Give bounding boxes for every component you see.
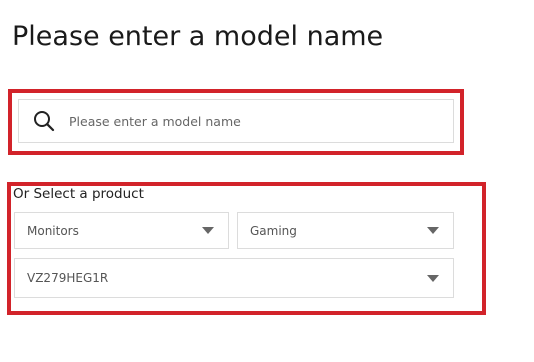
chevron-down-icon xyxy=(202,227,214,234)
model-search-input[interactable] xyxy=(69,113,453,129)
page-title: Please enter a model name xyxy=(12,21,384,52)
category-dropdown-value: Monitors xyxy=(27,223,79,238)
search-icon[interactable] xyxy=(31,108,57,134)
model-dropdown-value: VZ279HEG1R xyxy=(27,271,109,285)
category-dropdown[interactable]: Monitors xyxy=(14,212,229,249)
chevron-down-icon xyxy=(427,274,439,282)
model-dropdown[interactable]: VZ279HEG1R xyxy=(14,258,454,298)
search-box[interactable] xyxy=(18,99,454,143)
select-product-label: Or Select a product xyxy=(13,186,144,202)
series-dropdown[interactable]: Gaming xyxy=(237,212,454,249)
series-dropdown-value: Gaming xyxy=(250,223,297,238)
chevron-down-icon xyxy=(427,227,439,234)
